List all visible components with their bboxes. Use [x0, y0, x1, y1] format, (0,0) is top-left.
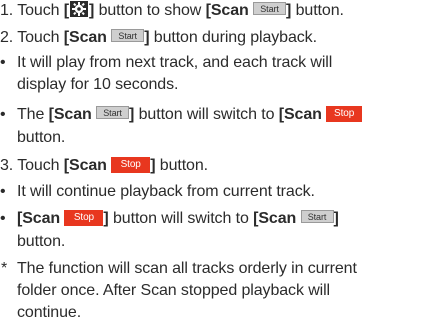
bracket: ]	[333, 210, 339, 227]
note-text-cont: continue.	[17, 304, 82, 321]
step-2: 2. Touch [Scan Start] button during play…	[0, 28, 317, 48]
scan-label: [Scan	[253, 210, 301, 227]
scan-stop-button: Stop	[111, 156, 151, 173]
bullet: •	[0, 210, 6, 227]
scan-start-button: Start	[111, 29, 145, 43]
scan-start-button: Start	[96, 106, 130, 120]
step-3: 3. Touch [Scan Stop] button.	[0, 156, 208, 176]
step-text: button during playback.	[149, 29, 317, 46]
scan-label: [Scan	[278, 106, 327, 123]
scan-stop-button: Stop	[326, 105, 363, 122]
step-number: 3.	[0, 157, 14, 174]
step-number: 1.	[0, 2, 14, 19]
step-number: 2.	[0, 29, 14, 46]
step-text: button.	[155, 157, 208, 174]
note-text: The function will scan all tracks orderl…	[17, 260, 357, 277]
scan-label: [Scan	[205, 2, 254, 19]
scan-label: [Scan	[63, 29, 112, 46]
scan-start-button: Start	[253, 2, 287, 16]
bullet: •	[0, 106, 6, 123]
bullet: •	[0, 183, 6, 200]
note-asterisk: *	[1, 260, 8, 277]
bullet: •	[0, 54, 6, 71]
bullet-text: It will continue playback from current t…	[17, 183, 315, 200]
step-text: Touch	[17, 2, 64, 19]
bracket: [	[63, 2, 69, 19]
note-text-cont: folder once. After Scan stopped playback…	[17, 282, 331, 299]
bullet-text-cont: display for 10 seconds.	[17, 76, 179, 93]
bullet-text: It will play from next track, and each t…	[17, 54, 333, 71]
bullet-text: button will switch to	[108, 210, 254, 227]
scan-label: [Scan	[17, 210, 65, 227]
bullet-text: The	[17, 106, 49, 123]
scan-start-button: Start	[300, 210, 334, 224]
step-text: Touch	[17, 29, 64, 46]
step-text: button to show	[94, 2, 206, 19]
bullet-text: button will switch to	[134, 106, 279, 123]
scan-stop-button: Stop	[64, 209, 104, 226]
step-1: 1. Touch [] button to show [Scan Start] …	[0, 0, 344, 21]
step-text: button.	[291, 2, 344, 19]
gear-icon	[70, 0, 88, 17]
instruction-document: 1. Touch [] button to show [Scan Start] …	[0, 0, 446, 323]
bullet-text-cont: button.	[17, 129, 66, 146]
scan-label: [Scan	[48, 106, 97, 123]
step-text: Touch	[17, 157, 64, 174]
scan-label: [Scan	[63, 157, 112, 174]
bullet-text-cont: button.	[17, 233, 66, 250]
